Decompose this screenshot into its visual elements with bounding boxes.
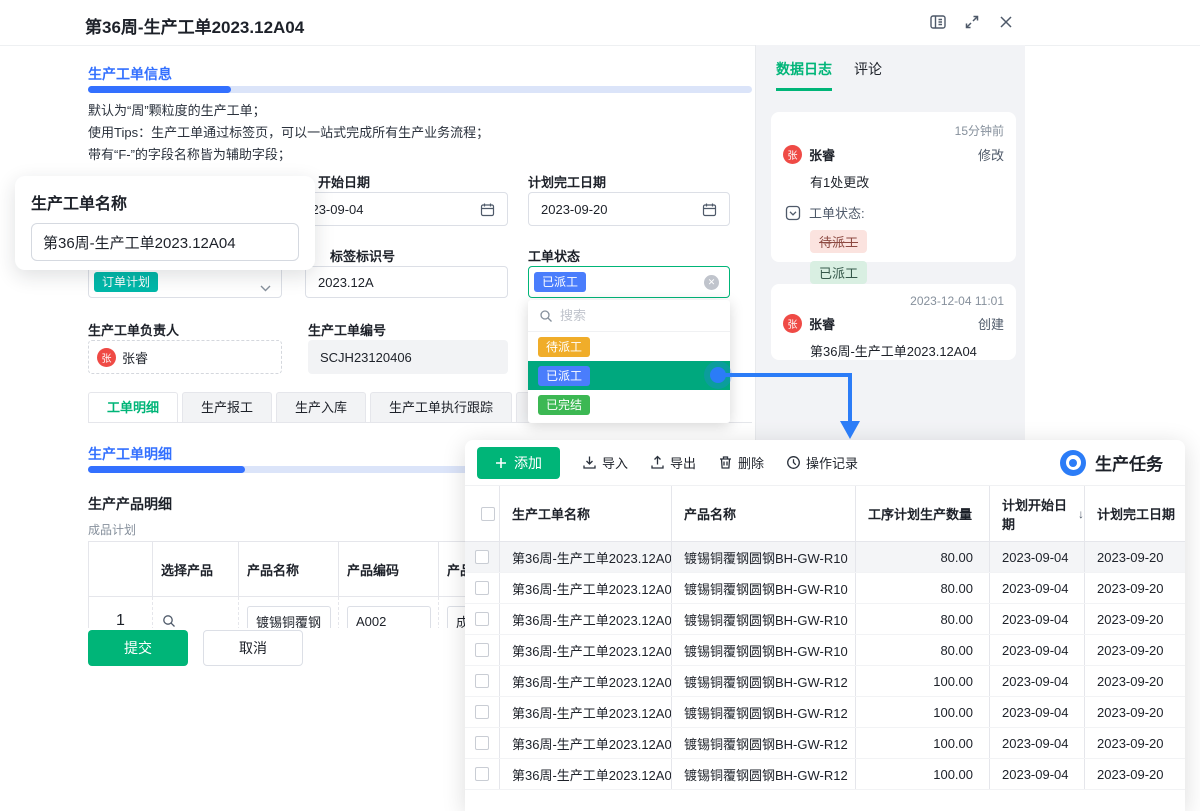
task-row: 第36周-生产工单2023.12A04 镀锡铜覆钢圆钢BH-GW-R12 100… — [465, 697, 1185, 728]
owner-label: 生产工单负责人 — [88, 320, 179, 339]
row-checkbox[interactable] — [475, 612, 489, 626]
tab-comments[interactable]: 评论 — [854, 59, 882, 91]
row-checkbox[interactable] — [475, 736, 489, 750]
calendar-icon — [702, 202, 717, 217]
dropdown-search[interactable] — [528, 300, 730, 332]
history-button[interactable]: 操作记录 — [786, 453, 858, 472]
tab-execution-tracking[interactable]: 生产工单执行跟踪 — [370, 392, 512, 422]
tab-work-order-detail[interactable]: 工单明细 — [88, 392, 178, 422]
log-entry-modify: 15分钟前 张 张睿 修改 有1处更改 工单状态: 待派工 已派工 — [771, 112, 1016, 262]
app-logo — [1060, 450, 1086, 476]
task-row: 第36周-生产工单2023.12A04 镀锡铜覆钢圆钢BH-GW-R12 100… — [465, 728, 1185, 759]
finish-date-label: 计划完工日期 — [528, 172, 606, 191]
import-button[interactable]: 导入 — [582, 453, 628, 472]
info-description: 默认为“周”颗粒度的生产工单； 使用Tips：生产工单通过标签页，可以一站式完成… — [88, 100, 489, 166]
task-row: 第36周-生产工单2023.12A04 镀锡铜覆钢圆钢BH-GW-R10 80.… — [465, 573, 1185, 604]
status-label: 工单状态 — [528, 246, 580, 265]
export-icon — [650, 455, 665, 470]
created-record-name: 第36周-生产工单2023.12A04 — [810, 341, 1004, 360]
start-date-label: 开始日期 — [318, 172, 370, 191]
task-row: 第36周-生产工单2023.12A04 镀锡铜覆钢圆钢BH-GW-R12 100… — [465, 666, 1185, 697]
avatar: 张 — [783, 314, 802, 333]
status-select[interactable]: 已派工 ✕ — [528, 266, 730, 298]
row-checkbox[interactable] — [475, 705, 489, 719]
task-toolbar: 添加 导入 导出 删除 操作记录 — [465, 440, 1185, 486]
select-all-checkbox[interactable] — [481, 507, 495, 521]
option-pending[interactable]: 待派工 — [528, 332, 730, 361]
status-tag: 已派工 — [534, 272, 586, 292]
detail-section-title: 生产工单明细 — [88, 444, 172, 464]
import-icon — [582, 455, 597, 470]
clear-icon[interactable]: ✕ — [704, 275, 719, 290]
log-entry-create: 2023-12-04 11:01 张 张睿 创建 第36周-生产工单2023.1… — [771, 284, 1016, 360]
old-value-badge: 待派工 — [810, 230, 867, 253]
task-row: 第36周-生产工单2023.12A04 镀锡铜覆钢圆钢BH-GW-R12 100… — [465, 759, 1185, 790]
task-table-header: 生产工单名称 产品名称 工序计划生产数量 计划开始日期↓ 计划完工日期 — [465, 486, 1185, 542]
product-detail-subtitle: 生产产品明细 — [88, 494, 172, 514]
calendar-icon — [480, 202, 495, 217]
product-name-input[interactable]: 镀锡铜覆钢 — [247, 606, 331, 628]
avatar: 张 — [97, 348, 116, 367]
search-icon — [539, 309, 553, 323]
work-order-window: 第36周-生产工单2023.12A04 生产工单信息 默认为“周”颗粒度的生产工… — [0, 0, 1200, 811]
work-order-name-label: 生产工单名称 — [31, 190, 299, 214]
log-time: 2023-12-04 11:01 — [783, 294, 1004, 308]
close-icon[interactable] — [997, 13, 1015, 31]
finish-date-field[interactable]: 2023-09-20 — [528, 192, 730, 226]
chevron-down-icon — [260, 279, 271, 286]
info-section-bar — [88, 86, 752, 93]
row-checkbox[interactable] — [475, 767, 489, 781]
owner-field[interactable]: 张 张睿 — [88, 340, 282, 374]
plan-tag: 订单计划 — [94, 272, 158, 292]
sort-desc-icon: ↓ — [1078, 507, 1084, 521]
order-code-field: SCJH23120406 — [308, 340, 508, 374]
change-summary: 有1处更改 — [810, 172, 1004, 191]
production-task-panel: 添加 导入 导出 删除 操作记录 — [465, 440, 1185, 811]
sortable-column-header[interactable]: 计划开始日期↓ — [990, 486, 1085, 541]
row-checkbox[interactable] — [475, 550, 489, 564]
field-select-icon — [785, 205, 801, 221]
work-order-name-input[interactable] — [31, 223, 299, 261]
status-dropdown: 待派工 已派工 已完结 — [528, 300, 730, 423]
log-time: 15分钟前 — [783, 122, 1004, 139]
option-dispatched[interactable]: 已派工 — [528, 361, 730, 390]
search-input[interactable] — [560, 308, 700, 323]
add-button[interactable]: 添加 — [477, 447, 560, 479]
tab-production-report[interactable]: 生产报工 — [182, 392, 272, 422]
expand-icon[interactable] — [963, 13, 981, 31]
finished-plan-caption: 成品计划 — [88, 521, 136, 538]
trash-icon — [718, 455, 733, 470]
app-name: 生产任务 — [1095, 450, 1163, 475]
task-table: 生产工单名称 产品名称 工序计划生产数量 计划开始日期↓ 计划完工日期 第36周… — [465, 486, 1185, 790]
export-button[interactable]: 导出 — [650, 453, 696, 472]
tab-data-log[interactable]: 数据日志 — [776, 59, 832, 91]
option-completed[interactable]: 已完结 — [528, 390, 730, 419]
page-title: 第36周-生产工单2023.12A04 — [85, 13, 304, 38]
product-code-input[interactable]: A002 — [347, 606, 431, 628]
order-code-label: 生产工单编号 — [308, 320, 386, 339]
delete-button[interactable]: 删除 — [718, 453, 764, 472]
plan-select[interactable]: 订单计划 — [88, 266, 282, 298]
avatar: 张 — [783, 145, 802, 164]
search-product-icon[interactable] — [161, 613, 177, 628]
cancel-button[interactable]: 取消 — [203, 630, 303, 666]
task-row: 第36周-生产工单2023.12A04 镀锡铜覆钢圆钢BH-GW-R10 80.… — [465, 542, 1185, 573]
task-row: 第36周-生产工单2023.12A04 镀锡铜覆钢圆钢BH-GW-R10 80.… — [465, 635, 1185, 666]
row-checkbox[interactable] — [475, 643, 489, 657]
work-order-name-tooltip: 生产工单名称 — [15, 176, 315, 270]
clock-icon — [786, 455, 801, 470]
task-table-body: 第36周-生产工单2023.12A04 镀锡铜覆钢圆钢BH-GW-R10 80.… — [465, 542, 1185, 790]
task-row: 第36周-生产工单2023.12A04 镀锡铜覆钢圆钢BH-GW-R10 80.… — [465, 604, 1185, 635]
side-panel-icon[interactable] — [929, 13, 947, 31]
tag-no-label: 标签标识号 — [330, 246, 395, 265]
tab-production-inbound[interactable]: 生产入库 — [276, 392, 366, 422]
new-value-badge: 已派工 — [810, 261, 867, 284]
tag-no-field[interactable]: 2023.12A — [305, 266, 508, 298]
submit-button[interactable]: 提交 — [88, 630, 188, 666]
changed-field-name: 工单状态: — [809, 203, 865, 222]
row-checkbox[interactable] — [475, 674, 489, 688]
row-checkbox[interactable] — [475, 581, 489, 595]
info-section-title: 生产工单信息 — [88, 64, 172, 84]
